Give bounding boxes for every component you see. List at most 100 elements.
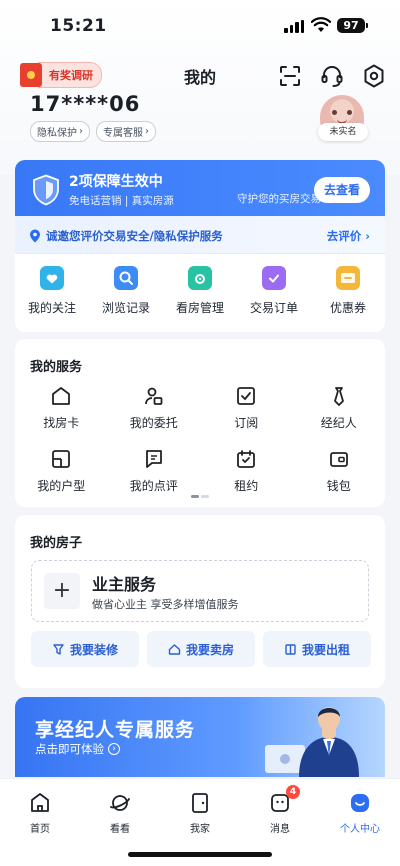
services-pager [191,495,209,498]
rent-out-button[interactable]: 我要出租 [263,631,371,667]
quick-coupons-label: 优惠券 [329,301,366,315]
go-review-label: 去评价 [326,229,362,243]
my-home-icon [188,791,212,815]
message-badge: 4 [286,785,300,799]
service-wallet[interactable]: 钱包 [293,448,386,494]
owner-service-subtitle: 做省心业主 享受多样增值服务 [92,598,239,611]
battery-indicator: 97 [337,18,368,33]
privacy-tag-label: 隐私保护 [37,128,77,139]
survey-badge[interactable]: 有奖调研 [20,62,102,88]
quick-follow[interactable]: 我的关注 [15,266,89,316]
quick-history[interactable]: 浏览记录 [89,266,163,316]
services-title: 我的服务 [30,360,83,375]
planet-icon [108,791,132,815]
quick-history-label: 浏览记录 [101,301,150,315]
plus-icon: + [44,573,80,609]
service-label: 我的点评 [129,479,178,493]
chevron-right-icon: › [365,229,370,243]
service-agent[interactable]: 经纪人 [293,385,386,431]
house-view-icon [188,266,212,290]
invite-review-row[interactable]: 诚邀您评价交易安全/隐私保护服务 去评价 › [15,216,385,254]
sell-house-label: 我要卖房 [185,642,234,657]
my-house-card: 我的房子 + 业主服务 做省心业主 享受多样增值服务 我要装修 我要卖房 我要出… [15,515,385,688]
service-floorplan[interactable]: 我的户型 [15,448,108,494]
signal-icon [284,20,306,33]
service-home-card[interactable]: 找房卡 [15,385,108,431]
quick-orders[interactable]: 交易订单 [237,266,311,316]
home-icon [28,791,52,815]
agent-illustration [265,707,359,777]
review-icon [143,448,165,470]
chevron-right-icon: › [79,126,83,137]
service-label: 租约 [234,479,259,493]
nav-explore[interactable]: 看看 [88,791,152,835]
nav-messages[interactable]: 4 消息 [248,785,312,835]
banner-title: 享经纪人专属服务 [35,719,196,741]
services-card: 我的服务 找房卡 我的委托 订阅 经纪人 我的户型 我的点评 租约 钱包 [15,339,385,507]
verify-status-badge[interactable]: 未实名 [318,123,368,141]
status-bar: 15:21 97 [0,0,400,52]
entrust-icon [143,385,165,407]
house-actions: 我要装修 我要卖房 我要出租 [31,631,371,667]
rent-out-label: 我要出租 [301,642,350,657]
user-tags: 隐私保护 › 专属客服 › [30,121,156,142]
shield-icon [31,174,61,206]
location-pin-icon [29,228,41,243]
agent-service-banner[interactable]: 享经纪人专属服务 点击即可体验 › [15,697,385,777]
chevron-right-icon: › [145,126,149,137]
quick-actions-grid: 我的关注 浏览记录 看房管理 交易订单 优惠券 [15,266,385,316]
privacy-tag[interactable]: 隐私保护 › [30,121,90,142]
service-tag[interactable]: 专属客服 › [96,121,156,142]
rent-out-icon [285,643,296,655]
service-review[interactable]: 我的点评 [108,448,201,494]
home-indicator [128,852,272,857]
nav-label: 我家 [190,824,210,835]
service-label: 我的委托 [129,416,178,430]
guarantee-title: 2项保障生效中 [69,174,163,190]
sell-house-button[interactable]: 我要卖房 [147,631,255,667]
quick-coupons[interactable]: 优惠券 [311,266,385,316]
invite-review-text: 诚邀您评价交易安全/隐私保护服务 [46,229,223,243]
service-tag-label: 专属客服 [103,128,143,139]
chevron-right-icon: › [108,743,120,755]
service-label: 经纪人 [320,416,357,430]
nav-profile[interactable]: 个人中心 [328,791,392,835]
renovate-icon [53,643,64,655]
services-grid: 找房卡 我的委托 订阅 经纪人 我的户型 我的点评 租约 钱包 [15,385,385,494]
order-icon [262,266,286,290]
owner-service-box[interactable]: + 业主服务 做省心业主 享受多样增值服务 [31,560,369,622]
lease-icon [235,448,257,470]
guarantee-subtitle: 免电话营销 | 真实房源 [69,195,174,207]
quick-orders-label: 交易订单 [249,301,298,315]
go-review-link[interactable]: 去评价 › [327,228,370,244]
nav-my-home[interactable]: 我家 [168,791,232,835]
renovate-button[interactable]: 我要装修 [31,631,139,667]
service-label: 订阅 [234,416,259,430]
house-title: 我的房子 [30,536,83,551]
settings-icon[interactable] [361,63,387,89]
nav-home[interactable]: 首页 [8,791,72,835]
headset-icon[interactable] [319,63,345,89]
banner-subtitle: 点击即可体验 › [35,741,120,757]
quick-viewing[interactable]: 看房管理 [163,266,237,316]
service-subscribe[interactable]: 订阅 [200,385,293,431]
agent-tie-icon [328,385,350,407]
owner-service-title: 业主服务 [92,575,157,594]
service-entrust[interactable]: 我的委托 [108,385,201,431]
history-icon [114,266,138,290]
wifi-icon [310,17,332,33]
view-guarantee-button[interactable]: 去查看 [314,177,370,203]
service-label: 找房卡 [43,416,80,430]
nav-label: 个人中心 [340,824,380,835]
sell-house-icon [168,643,181,655]
heart-icon [40,266,64,290]
guarantee-banner[interactable]: 2项保障生效中 免电话营销 | 真实房源 守护您的买房交易 去查看 [15,160,385,220]
nav-label: 消息 [270,824,290,835]
user-id: 17****06 [30,92,141,116]
scan-icon[interactable] [277,63,303,89]
survey-label: 有奖调研 [38,62,102,88]
coupon-icon [336,266,360,290]
service-lease[interactable]: 租约 [200,448,293,494]
red-envelope-icon [20,63,42,87]
profile-icon [348,791,372,815]
